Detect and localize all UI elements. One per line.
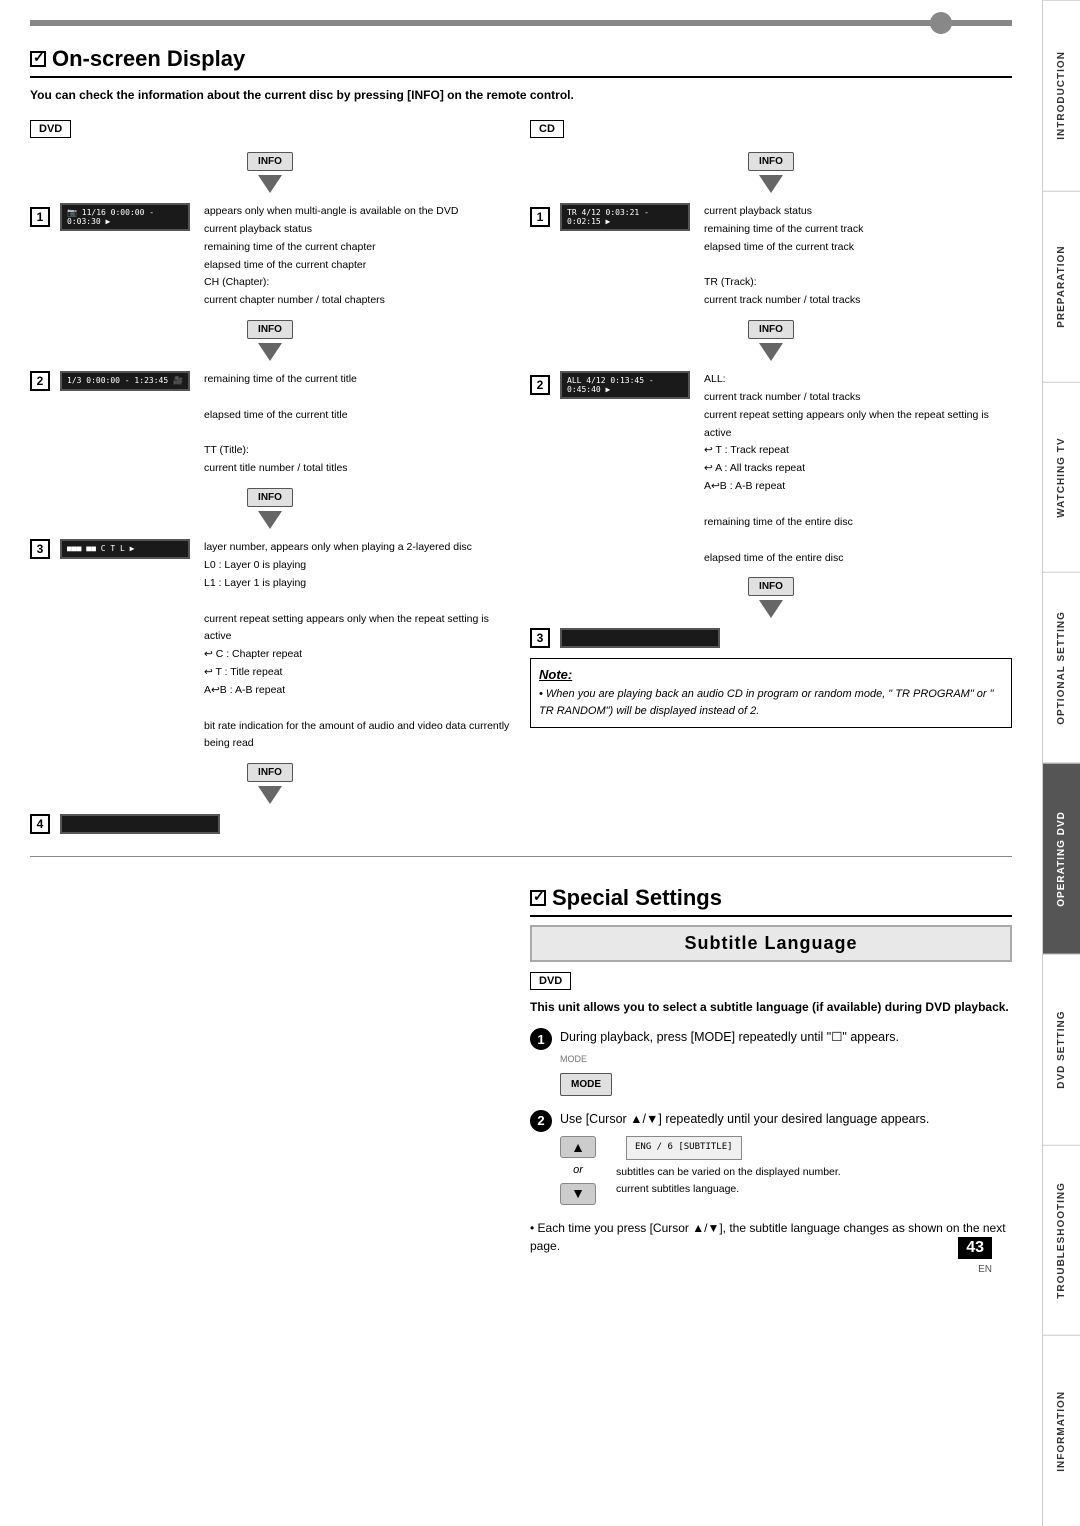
dvd-step3: INFO 3 ■■■ ■■ C T L ▶ layer: [30, 488, 510, 753]
special-settings-title: Special Settings: [530, 885, 1012, 917]
cd-step1: INFO 1 TR 4/12 0:03:21 - 0:02:15 ▶: [530, 152, 1012, 310]
step-num-circle-2: 2: [530, 1110, 552, 1132]
info-button-4: INFO: [247, 763, 293, 782]
info-block-3: INFO: [30, 488, 510, 533]
cd-step3: INFO 3: [530, 577, 1012, 648]
sidebar-tab-watching-tv[interactable]: WATCHING TV: [1043, 382, 1080, 573]
top-bar: [30, 20, 1012, 26]
intro-text: You can check the information about the …: [30, 86, 1012, 104]
subtitle-display-box: ENG / 6 [SUBTITLE]: [626, 1136, 742, 1160]
cd-info-button-1: INFO: [748, 152, 794, 171]
arrow-down-2: [258, 343, 282, 361]
dvd-screen-2: 1/3 0:00:00 - 1:23:45 🎥: [60, 371, 190, 391]
info-block-1: INFO: [30, 152, 510, 197]
subtitle-dvd-label: DVD: [530, 972, 571, 990]
cd-info-button-2: INFO: [748, 320, 794, 339]
dvd-step1-annotations: appears only when multi-angle is availab…: [200, 203, 458, 310]
info-button-2: INFO: [247, 320, 293, 339]
cd-step2: INFO 2 ALL 4/12 0:13:45 - 0:45:40 ▶: [530, 320, 1012, 567]
sidebar-tab-information[interactable]: INFORMATION: [1043, 1335, 1080, 1526]
cd-info-block-2: INFO: [530, 320, 1012, 365]
subtitle-callouts: subtitles can be varied on the displayed…: [616, 1164, 841, 1198]
dvd-step2-annotations: remaining time of the current title elap…: [200, 371, 357, 478]
info-block-2: INFO: [30, 320, 510, 365]
onscreen-display-title: On-screen Display: [30, 46, 1012, 78]
step2-text: Use [Cursor ▲/▼] repeatedly until your d…: [560, 1110, 929, 1205]
main-content: On-screen Display You can check the info…: [0, 0, 1042, 1275]
cd-column: CD INFO 1 TR 4/12 0:03:21 - 0:02:15 ▶: [530, 120, 1012, 844]
subtitle-intro-text: This unit allows you to select a subtitl…: [530, 998, 1012, 1016]
cd-screen-2: ALL 4/12 0:13:45 - 0:45:40 ▶: [560, 371, 690, 399]
step-num-3: 3: [30, 539, 50, 559]
arrow-down-1: [258, 175, 282, 193]
diagram-two-col: DVD INFO 1 📷 11/16 0:00:00 - 0:03:30 ▶: [30, 120, 1012, 844]
cursor-down-btn[interactable]: ▼: [560, 1183, 596, 1205]
subtitle-callout1: subtitles can be varied on the displayed…: [616, 1164, 841, 1181]
sidebar-tab-preparation[interactable]: PREPARATION: [1043, 191, 1080, 382]
info-block-4: INFO: [30, 763, 510, 808]
section-divider: [30, 856, 1012, 857]
cd-info-block-3: INFO: [530, 577, 1012, 622]
sidebar: INTRODUCTION PREPARATION WATCHING TV OPT…: [1042, 0, 1080, 1526]
subtitle-step2: 2 Use [Cursor ▲/▼] repeatedly until your…: [530, 1110, 1012, 1205]
special-settings-checkbox-icon: [530, 890, 546, 906]
dvd-step2: INFO 2 1/3 0:00:00 - 1:23:45 🎥: [30, 320, 510, 478]
dvd-step4: INFO 4: [30, 763, 510, 834]
dvd-column: DVD INFO 1 📷 11/16 0:00:00 - 0:03:30 ▶: [30, 120, 510, 844]
dvd-screen-3: ■■■ ■■ C T L ▶: [60, 539, 190, 559]
arrow-down-3: [258, 511, 282, 529]
sidebar-tab-optional-setting[interactable]: OPTIONAL SETTING: [1043, 572, 1080, 763]
special-settings-left: [30, 869, 510, 1255]
page-number: 43: [958, 1237, 992, 1259]
special-settings-right: Special Settings Subtitle Language DVD T…: [530, 885, 1012, 1255]
cd-step-num-1: 1: [530, 207, 550, 227]
cd-step1-annotations: current playback status remaining time o…: [700, 203, 863, 310]
top-bar-circle: [930, 12, 952, 34]
cd-label: CD: [530, 120, 564, 138]
cd-step2-annotations: ALL: current track number / total tracks…: [700, 371, 1012, 567]
note-text: • When you are playing back an audio CD …: [539, 686, 1003, 719]
special-settings-section: Special Settings Subtitle Language DVD T…: [30, 869, 1012, 1255]
step1-text: During playback, press [MODE] repeatedly…: [560, 1028, 899, 1095]
step-num-4: 4: [30, 814, 50, 834]
info-button-1: INFO: [247, 152, 293, 171]
cd-info-block-1: INFO: [530, 152, 1012, 197]
or-text: or: [573, 1162, 583, 1179]
cd-arrow-down-2: [759, 343, 783, 361]
cd-arrow-down-1: [759, 175, 783, 193]
sidebar-tab-troubleshooting[interactable]: TROUBLESHOOTING: [1043, 1145, 1080, 1336]
checkbox-icon: [30, 51, 46, 67]
mode-button[interactable]: MODE: [560, 1073, 612, 1096]
note-title: Note:: [539, 667, 1003, 682]
dvd-screen-1: 📷 11/16 0:00:00 - 0:03:30 ▶: [60, 203, 190, 231]
subtitle-bullet-text: • Each time you press [Cursor ▲/▼], the …: [530, 1219, 1012, 1255]
cd-screen-1: TR 4/12 0:03:21 - 0:02:15 ▶: [560, 203, 690, 231]
cd-step-num-2: 2: [530, 375, 550, 395]
cd-screen-3: [560, 628, 720, 648]
subtitle-step1: 1 During playback, press [MODE] repeated…: [530, 1028, 1012, 1095]
subtitle-callout2: current subtitles language.: [616, 1181, 841, 1198]
step-num-1: 1: [30, 207, 50, 227]
sidebar-tab-introduction[interactable]: INTRODUCTION: [1043, 0, 1080, 191]
mode-label: MODE: [560, 1053, 587, 1067]
dvd-screen-4: [60, 814, 220, 834]
subtitle-language-heading: Subtitle Language: [530, 925, 1012, 962]
sidebar-tab-operating-dvd[interactable]: OPERATING DVD: [1043, 763, 1080, 954]
note-box: Note: • When you are playing back an aud…: [530, 658, 1012, 728]
step-num-circle-1: 1: [530, 1028, 552, 1050]
subtitle-display-area: ENG / 6 [SUBTITLE] subtitles can be vari…: [616, 1136, 841, 1197]
info-button-3: INFO: [247, 488, 293, 507]
step-num-2: 2: [30, 371, 50, 391]
cd-info-button-3: INFO: [748, 577, 794, 596]
cd-step-num-3: 3: [530, 628, 550, 648]
dvd-label: DVD: [30, 120, 71, 138]
dvd-step1: INFO 1 📷 11/16 0:00:00 - 0:03:30 ▶: [30, 152, 510, 310]
page-locale: EN: [978, 1264, 992, 1275]
cursor-arrows: ▲ or ▼: [560, 1136, 596, 1205]
dvd-step3-annotations: layer number, appears only when playing …: [200, 539, 510, 753]
cursor-up-btn[interactable]: ▲: [560, 1136, 596, 1158]
arrow-down-4: [258, 786, 282, 804]
cd-arrow-down-3: [759, 600, 783, 618]
sidebar-tab-dvd-setting[interactable]: DVD SETTING: [1043, 954, 1080, 1145]
